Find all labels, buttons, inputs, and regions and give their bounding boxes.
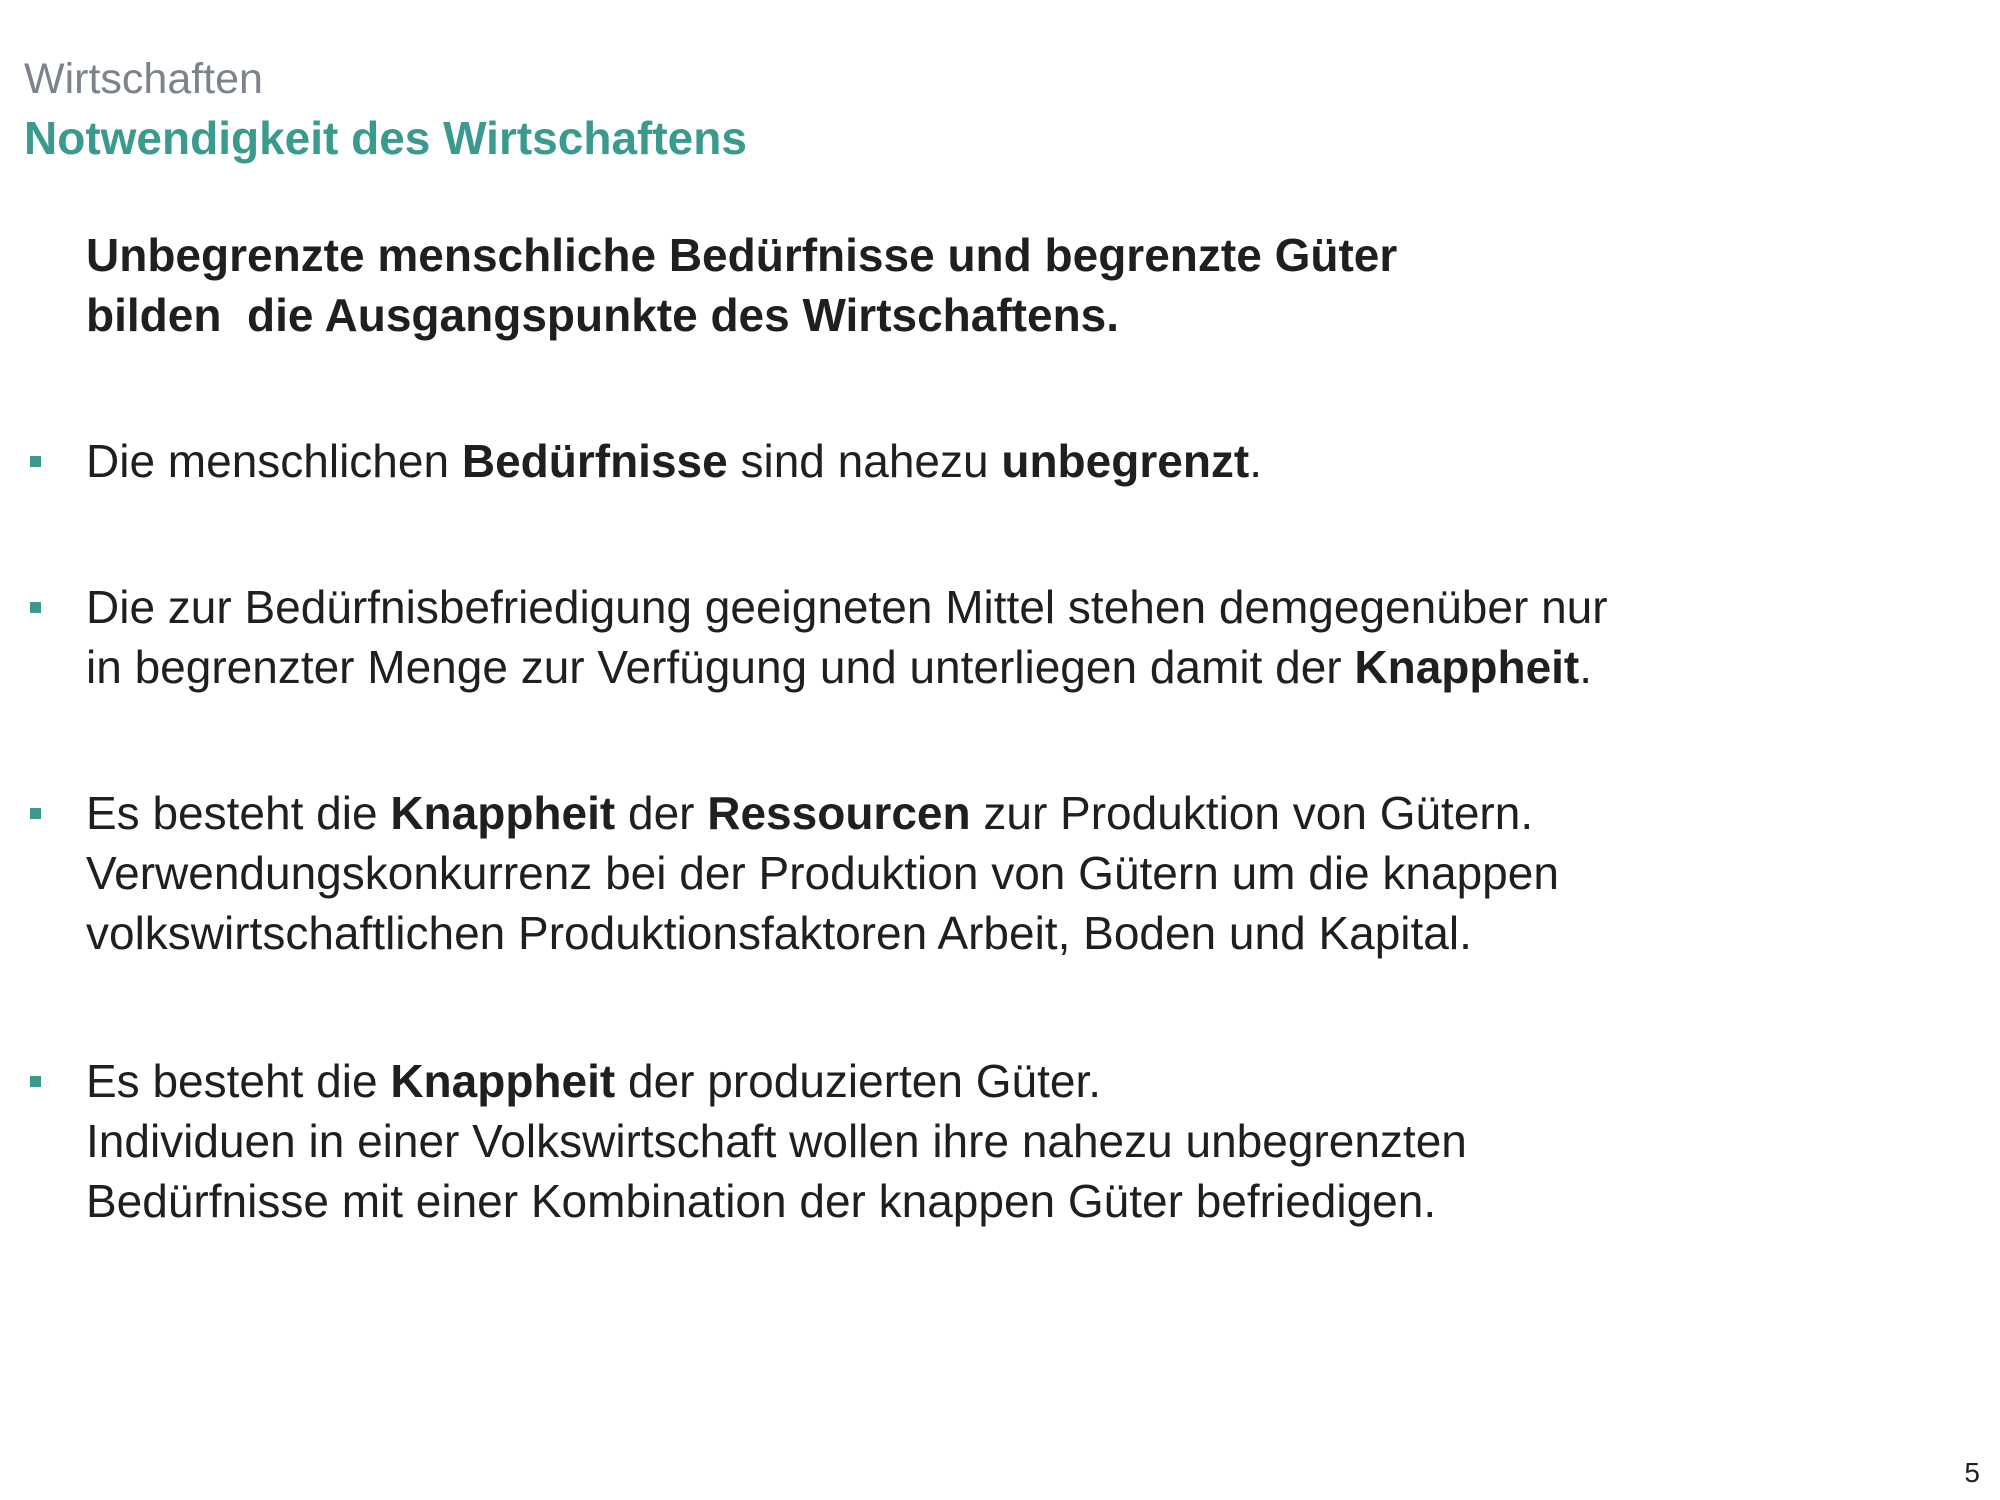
bullet-text: der [615,787,708,839]
bullet-text: sind nahezu [727,435,1002,487]
emphasis-text: Ressourcen [707,787,971,839]
bullet-line: Es besteht die Knappheit der Ressourcen … [86,783,1906,843]
slide-title: Notwendigkeit des Wirtschaftens [24,112,747,164]
bullet-text: Es besteht die [86,1055,391,1107]
bullet-text: zur Produktion von Gütern. [970,787,1534,839]
emphasis-text: Knappheit [390,787,616,839]
bullet-text: in begrenzter Menge zur Verfügung und un… [86,641,1355,693]
bullet-text: Bedürfnisse mit einer Kombination der kn… [86,1175,1437,1227]
bullet-line: Die zur Bedürfnisbefriedigung geeigneten… [86,577,1906,637]
section-kicker: Wirtschaften [24,55,263,103]
square-bullet-icon [30,808,41,819]
emphasis-text: unbegrenzt [1001,435,1250,487]
emphasis-text: Knappheit [1354,641,1580,693]
bullet-line: Es besteht die Knappheit der produzierte… [86,1051,1906,1111]
lead-line: Unbegrenzte menschliche Bedürfnisse und … [86,229,1398,281]
bullet-text: volkswirtschaftlichen Produktionsfaktore… [86,907,1472,959]
bullet-line: Verwendungskonkurrenz bei der Produktion… [86,843,1906,903]
bullet-text: . [1579,641,1593,693]
bullet-line: Die menschlichen Bedürfnisse sind nahezu… [86,431,1906,491]
bullet-item: Es besteht die Knappheit der produzierte… [30,1051,1906,1231]
bullet-text: Die menschlichen [86,435,462,487]
bullet-item: Die menschlichen Bedürfnisse sind nahezu… [30,431,1906,491]
emphasis-text: Knappheit [390,1055,616,1107]
emphasis-text: Bedürfnisse [461,435,728,487]
bullet-line: volkswirtschaftlichen Produktionsfaktore… [86,903,1906,963]
bullet-item: Es besteht die Knappheit der Ressourcen … [30,783,1906,963]
bullet-text: . [1249,435,1263,487]
lead-line: bilden die Ausgangspunkte des Wirtschaft… [86,289,1120,341]
square-bullet-icon [30,1076,41,1087]
bullet-line: in begrenzter Menge zur Verfügung und un… [86,637,1906,697]
bullet-text: Es besteht die [86,787,391,839]
bullet-text: der produzierten Güter. [615,1055,1102,1107]
page-number: 5 [1964,1457,1980,1488]
bullet-text: Verwendungskonkurrenz bei der Produktion… [86,847,1559,899]
bullet-text: Die zur Bedürfnisbefriedigung geeigneten… [86,581,1608,633]
bullet-item: Die zur Bedürfnisbefriedigung geeigneten… [30,577,1906,697]
lead-statement: Unbegrenzte menschliche Bedürfnisse und … [86,225,1786,345]
bullet-line: Individuen in einer Volkswirtschaft woll… [86,1111,1906,1171]
bullet-text: Individuen in einer Volkswirtschaft woll… [86,1115,1467,1167]
bullet-line: Bedürfnisse mit einer Kombination der kn… [86,1171,1906,1231]
square-bullet-icon [30,456,41,467]
square-bullet-icon [30,602,41,613]
